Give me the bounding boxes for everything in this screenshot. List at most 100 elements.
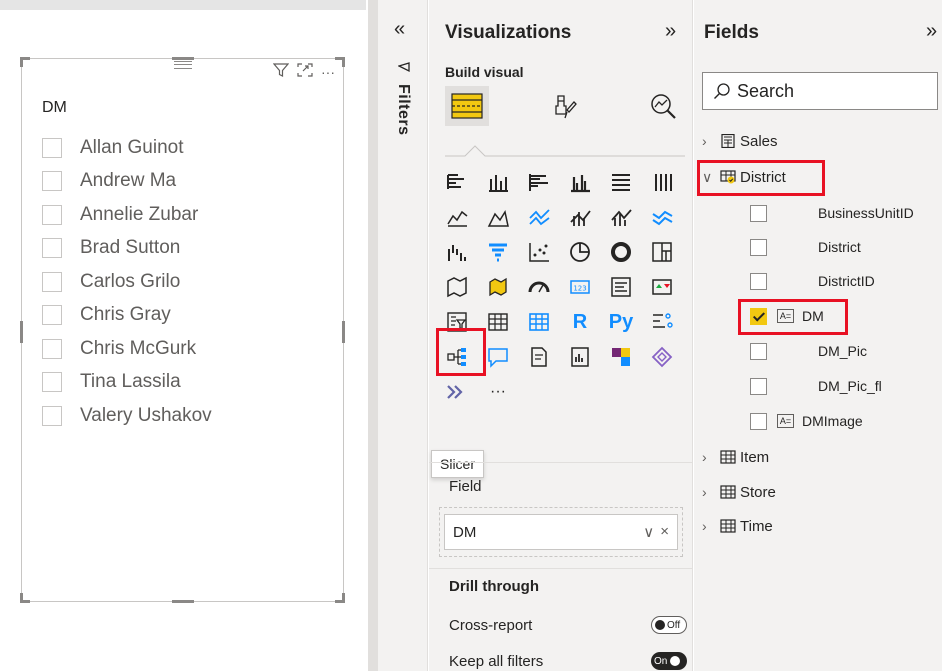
slicer-item[interactable]: Carlos Grilo <box>42 265 212 299</box>
visualizations-expand-icon[interactable]: » <box>665 20 676 43</box>
resize-handle-top-right[interactable] <box>335 57 345 67</box>
slicer-item-checkbox[interactable] <box>42 305 62 326</box>
filter-icon[interactable] <box>272 63 290 80</box>
treemap-icon[interactable] <box>648 238 676 266</box>
slicer-item-checkbox[interactable] <box>42 372 62 393</box>
canvas-top-scrollbar[interactable] <box>0 0 366 10</box>
pie-chart-icon[interactable] <box>566 238 594 266</box>
slicer-item-checkbox[interactable] <box>42 137 62 158</box>
clustered-bar-icon[interactable] <box>525 168 553 196</box>
chevron-right-icon[interactable]: › <box>702 484 716 500</box>
r-visual-icon[interactable]: R <box>566 308 594 336</box>
multi-row-card-icon[interactable] <box>607 273 635 301</box>
remove-field-icon[interactable]: × <box>660 523 669 541</box>
field-checkbox[interactable] <box>750 377 767 395</box>
waterfall-icon[interactable] <box>443 238 471 266</box>
field-checkbox[interactable] <box>750 412 767 430</box>
slicer-item[interactable]: Chris Gray <box>42 299 212 333</box>
slicer-item[interactable]: Valery Ushakov <box>42 399 212 433</box>
scatter-chart-icon[interactable] <box>525 238 553 266</box>
format-visual-tab[interactable] <box>543 86 587 126</box>
table-sales[interactable]: › Sales <box>702 130 778 152</box>
map-icon[interactable] <box>443 273 471 301</box>
slicer-item-checkbox[interactable] <box>42 238 62 259</box>
field-checkbox[interactable] <box>750 204 767 222</box>
field-businessunitid[interactable]: BusinessUnitID <box>750 202 930 224</box>
drag-grip-icon[interactable] <box>174 61 192 69</box>
table-icon[interactable] <box>484 308 512 336</box>
resize-handle-left[interactable] <box>20 321 23 343</box>
chevron-down-icon[interactable]: ∨ <box>643 523 654 541</box>
slicer-item-checkbox[interactable] <box>42 204 62 225</box>
field-dmimage[interactable]: A= DMImage <box>750 410 930 432</box>
table-time[interactable]: › Time <box>702 515 773 537</box>
filters-pane-label[interactable]: Filters <box>394 84 412 136</box>
more-visuals-icon[interactable] <box>443 378 471 406</box>
stacked-area-icon[interactable] <box>525 203 553 231</box>
resize-handle-top[interactable] <box>172 57 194 60</box>
100-stacked-column-icon[interactable] <box>648 168 676 196</box>
filled-map-icon[interactable] <box>484 273 512 301</box>
analytics-tab[interactable] <box>641 86 685 126</box>
area-chart-icon[interactable] <box>484 203 512 231</box>
resize-handle-bottom-right[interactable] <box>335 593 345 603</box>
build-visual-tab[interactable] <box>445 86 489 126</box>
field-dm-pic[interactable]: DM_Pic <box>750 340 930 362</box>
chevron-right-icon[interactable]: › <box>702 133 716 149</box>
field-district[interactable]: District <box>750 236 930 258</box>
get-more-visuals-icon[interactable]: ··· <box>484 378 512 406</box>
resize-handle-bottom-left[interactable] <box>20 593 30 603</box>
clustered-column-icon[interactable] <box>566 168 594 196</box>
slicer-item[interactable]: Annelie Zubar <box>42 198 212 232</box>
100-stacked-bar-icon[interactable] <box>607 168 635 196</box>
slicer-item[interactable]: Chris McGurk <box>42 332 212 366</box>
field-checkbox[interactable] <box>750 238 767 256</box>
keep-filters-toggle[interactable]: On <box>651 652 687 670</box>
qa-icon[interactable] <box>484 343 512 371</box>
slicer-visual[interactable]: ··· DM Allan Guinot Andrew Ma Annelie Zuba… <box>20 57 345 603</box>
field-checkbox[interactable] <box>750 272 767 290</box>
resize-handle-top-left[interactable] <box>20 57 30 67</box>
resize-handle-right[interactable] <box>342 321 345 343</box>
kpi-icon[interactable] <box>648 273 676 301</box>
slicer-item[interactable]: Andrew Ma <box>42 165 212 199</box>
slicer-item-checkbox[interactable] <box>42 405 62 426</box>
fields-expand-icon[interactable]: » <box>926 20 937 43</box>
power-automate-icon[interactable] <box>648 343 676 371</box>
field-districtid[interactable]: DistrictID <box>750 270 930 292</box>
table-store[interactable]: › Store <box>702 481 776 503</box>
slicer-item-checkbox[interactable] <box>42 171 62 192</box>
paginated-report-icon[interactable] <box>566 343 594 371</box>
line-column-icon[interactable] <box>566 203 594 231</box>
ribbon-chart-icon[interactable] <box>648 203 676 231</box>
line-chart-icon[interactable] <box>443 203 471 231</box>
fields-search-input[interactable]: Search <box>702 72 938 110</box>
slicer-item-checkbox[interactable] <box>42 338 62 359</box>
line-stacked-column-icon[interactable] <box>607 203 635 231</box>
matrix-icon[interactable] <box>525 308 553 336</box>
focus-mode-icon[interactable] <box>297 63 313 80</box>
python-visual-icon[interactable]: Py <box>607 308 635 336</box>
power-apps-icon[interactable] <box>607 343 635 371</box>
funnel-icon[interactable] <box>484 238 512 266</box>
resize-handle-bottom[interactable] <box>172 600 194 603</box>
chevron-right-icon[interactable]: › <box>702 518 716 534</box>
slicer-item[interactable]: Allan Guinot <box>42 131 212 165</box>
stacked-bar-icon[interactable] <box>443 168 471 196</box>
key-influencers-icon[interactable] <box>648 308 676 336</box>
field-dm-pic-fl[interactable]: DM_Pic_fl <box>750 375 930 397</box>
chevron-right-icon[interactable]: › <box>702 449 716 465</box>
table-item[interactable]: › Item <box>702 446 769 468</box>
stacked-column-icon[interactable] <box>484 168 512 196</box>
cross-report-toggle[interactable]: Off <box>651 616 687 634</box>
filters-collapse-icon[interactable]: « <box>394 18 405 41</box>
gauge-icon[interactable] <box>525 273 553 301</box>
field-pill-dm[interactable]: DM ∨ × <box>444 514 678 550</box>
slicer-item[interactable]: Tina Lassila <box>42 366 212 400</box>
field-checkbox[interactable] <box>750 342 767 360</box>
field-well-drop-zone[interactable]: DM ∨ × <box>439 507 683 557</box>
slicer-item[interactable]: Brad Sutton <box>42 232 212 266</box>
card-icon[interactable]: 123 <box>566 273 594 301</box>
donut-chart-icon[interactable] <box>607 238 635 266</box>
smart-narrative-icon[interactable] <box>525 343 553 371</box>
